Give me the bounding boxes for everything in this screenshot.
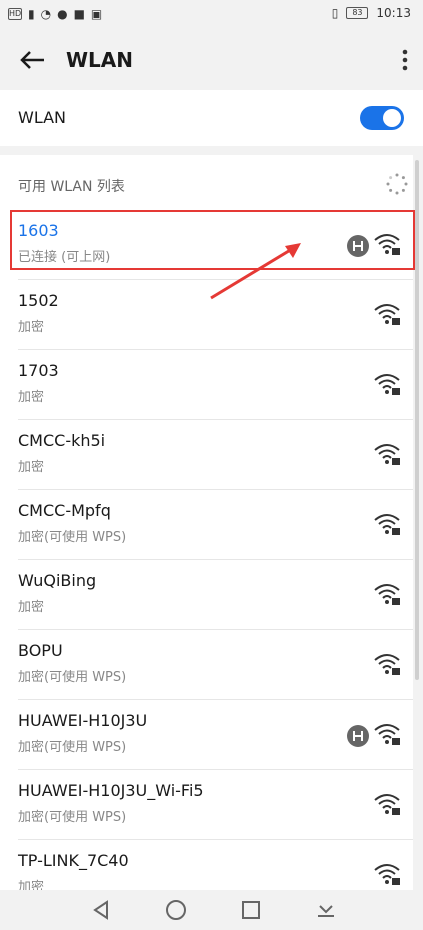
network-status: 加密 xyxy=(18,320,45,335)
network-name: BOPU xyxy=(18,641,63,660)
network-status: 加密(可使用 WPS) xyxy=(18,530,127,545)
wifi-lock-icon xyxy=(374,514,400,535)
network-name: CMCC-Mpfq xyxy=(18,501,111,520)
wlan-toggle-switch[interactable] xyxy=(360,106,404,130)
status-left: HD ▮ ◔ ● ■ ▣ xyxy=(8,7,102,21)
wifi-lock-icon xyxy=(374,304,400,325)
page-title: WLAN xyxy=(66,48,134,72)
network-name: WuQiBing xyxy=(18,571,97,590)
status-time: 10:13 xyxy=(376,6,411,20)
toolbar: WLAN xyxy=(0,30,423,90)
recents-square-icon[interactable] xyxy=(239,898,263,922)
back-triangle-icon[interactable] xyxy=(89,898,113,922)
navigation-bar xyxy=(0,890,423,930)
loading-spinner-icon xyxy=(386,173,408,195)
network-status: 加密(可使用 WPS) xyxy=(18,670,127,685)
arrow-left-icon[interactable] xyxy=(18,48,46,72)
network-name: 1703 xyxy=(18,361,59,380)
network-name: HUAWEI-H10J3U_Wi-Fi5 xyxy=(18,781,204,800)
wifi-lock-icon xyxy=(374,654,400,675)
network-status: 加密(可使用 WPS) xyxy=(18,740,127,755)
list-title: 可用 WLAN 列表 xyxy=(18,179,125,195)
network-item[interactable]: 1703 加密 xyxy=(0,350,413,420)
network-name: TP-LINK_7C40 xyxy=(18,851,129,870)
network-item[interactable]: WuQiBing 加密 xyxy=(0,560,413,630)
wifi-lock-icon xyxy=(374,444,400,465)
home-circle-icon[interactable] xyxy=(164,898,188,922)
wifi-status-icon: ◔ xyxy=(40,7,52,21)
wifi-lock-icon xyxy=(374,374,400,395)
annotation-arrow-icon xyxy=(210,243,301,300)
network-status: 加密 xyxy=(18,460,45,475)
network-name: 1502 xyxy=(18,291,59,310)
network-status: 加密(可使用 WPS) xyxy=(18,810,127,825)
network-status: 加密 xyxy=(18,600,45,615)
app-icon: ● xyxy=(57,7,68,21)
hd-icon: HD xyxy=(8,8,22,20)
wlan-toggle-row[interactable]: WLAN xyxy=(0,90,423,146)
status-bar: HD ▮ ◔ ● ■ ▣ ▯ 83 10:13 xyxy=(0,0,423,30)
network-name: CMCC-kh5i xyxy=(18,431,106,450)
network-item[interactable]: CMCC-Mpfq 加密(可使用 WPS) xyxy=(0,490,413,560)
network-status: 加密 xyxy=(18,390,45,405)
signal-icon: ▮ xyxy=(28,7,35,21)
network-item[interactable]: HUAWEI-H10J3U 加密(可使用 WPS) xyxy=(0,700,413,770)
network-item[interactable]: BOPU 加密(可使用 WPS) xyxy=(0,630,413,700)
battery-icon: 83 xyxy=(346,7,369,19)
download-icon[interactable] xyxy=(314,898,338,922)
scrollbar[interactable] xyxy=(415,160,419,680)
more-vertical-icon[interactable] xyxy=(401,48,409,72)
status-right: ▯ 83 10:13 xyxy=(332,6,411,20)
wifi-lock-icon xyxy=(374,584,400,605)
wifi-lock-icon xyxy=(374,724,400,745)
app-icon: ■ xyxy=(73,7,85,21)
wlan-toggle-label: WLAN xyxy=(18,108,67,127)
network-item[interactable]: CMCC-kh5i 加密 xyxy=(0,420,413,490)
toggle-knob xyxy=(383,109,401,127)
calendar-icon: ▣ xyxy=(90,7,103,21)
network-item[interactable]: HUAWEI-H10J3U_Wi-Fi5 加密(可使用 WPS) xyxy=(0,770,413,840)
vibrate-icon: ▯ xyxy=(331,6,339,20)
list-header: 可用 WLAN 列表 xyxy=(0,155,413,210)
hub-icon xyxy=(347,725,369,747)
network-name: HUAWEI-H10J3U xyxy=(18,711,148,730)
wifi-lock-icon xyxy=(374,864,400,885)
wifi-lock-icon xyxy=(374,794,400,815)
